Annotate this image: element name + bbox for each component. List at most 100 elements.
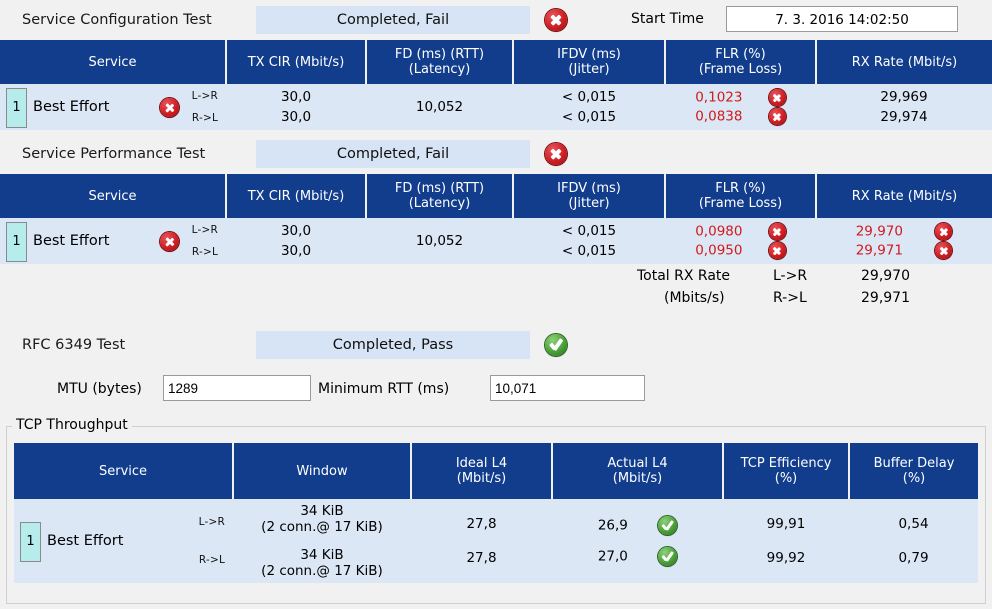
table-header-row: Service Window Ideal L4 (Mbit/s) Actual … — [14, 443, 978, 499]
direction-r2l: R->L — [198, 554, 225, 566]
rx-rate-r2l: 29,974 — [880, 109, 928, 125]
tcp-efficiency-l2r: 99,91 — [766, 516, 806, 532]
tcp-throughput-table: Service Window Ideal L4 (Mbit/s) Actual … — [14, 443, 978, 583]
col-tcp-efficiency: TCP Efficiency (%) — [722, 443, 850, 499]
flr-r2l: 0,0838 — [695, 108, 743, 125]
actual-l4-l2r: 26,9 — [597, 517, 628, 534]
cell-buffer-delay: 0,54 0,79 — [849, 499, 978, 583]
col-rx-rate: RX Rate (Mbit/s) — [815, 40, 992, 84]
col-actual-l4: Actual L4 (Mbit/s) — [551, 443, 724, 499]
tx-cir-l2r: 30,0 — [280, 223, 312, 239]
cell-service: 1 Best Effort L->R R->L — [14, 499, 233, 583]
tx-cir-l2r: 30,0 — [280, 89, 312, 105]
direction-r2l: R->L — [191, 246, 218, 258]
mtu-field[interactable] — [163, 375, 311, 401]
buffer-delay-r2l: 0,79 — [898, 550, 929, 566]
rfc6349-status-pass-icon — [545, 334, 567, 356]
rfc6349-status: Completed, Pass — [256, 331, 530, 359]
direction-l2r: L->R — [191, 90, 218, 102]
rx-rate-r2l-fail-icon — [935, 242, 953, 259]
total-direction-r2l: R->L — [773, 290, 807, 306]
cell-window: 34 KiB (2 conn.@ 17 KiB) 34 KiB (2 conn.… — [233, 499, 411, 583]
service-fail-icon — [160, 98, 179, 117]
service-performance-status: Completed, Fail — [256, 140, 530, 168]
service-config-title: Service Configuration Test — [22, 12, 212, 28]
table-header-row: Service TX CIR (Mbit/s) FD (ms) (RTT) (L… — [0, 40, 992, 84]
row-index: 1 — [6, 222, 27, 262]
cell-fd: 10,052 — [366, 218, 513, 264]
table-header-row: Service TX CIR (Mbit/s) FD (ms) (RTT) (L… — [0, 174, 992, 218]
service-fail-icon — [160, 232, 179, 251]
cell-rx-rate: 29,970 29,971 — [816, 218, 992, 264]
col-service: Service — [0, 40, 227, 84]
ifdv-l2r: < 0,015 — [561, 223, 617, 239]
col-ifdv-jitter: IFDV (ms) (Jitter) — [512, 174, 666, 218]
ideal-l4-r2l: 27,8 — [466, 550, 497, 566]
start-time-label: Start Time — [631, 11, 704, 27]
table-row[interactable]: 1 Best Effort L->R R->L 34 KiB (2 conn.@… — [14, 499, 978, 583]
col-buffer-delay: Buffer Delay (%) — [848, 443, 978, 499]
ifdv-r2l: < 0,015 — [561, 243, 617, 259]
service-performance-title: Service Performance Test — [22, 146, 206, 162]
cell-tx-cir: 30,0 30,0 — [226, 84, 366, 130]
tx-cir-r2l: 30,0 — [280, 109, 312, 125]
flr-r2l-fail-icon — [768, 242, 786, 259]
col-ideal-l4: Ideal L4 (Mbit/s) — [410, 443, 553, 499]
cell-actual-l4: 26,9 27,0 — [552, 499, 723, 583]
cell-tx-cir: 30,0 30,0 — [226, 218, 366, 264]
col-window: Window — [232, 443, 412, 499]
col-flr-frame-loss: FLR (%) (Frame Loss) — [664, 174, 817, 218]
col-fd-latency: FD (ms) (RTT) (Latency) — [365, 40, 514, 84]
flr-l2r: 0,0980 — [695, 223, 743, 240]
total-rx-rate-label-line2: (Mbits/s) — [664, 290, 725, 306]
flr-r2l: 0,0950 — [695, 242, 743, 259]
cell-tcp-efficiency: 99,91 99,92 — [723, 499, 849, 583]
col-service: Service — [14, 443, 234, 499]
actual-l4-r2l-pass-icon — [658, 547, 678, 566]
rx-rate-l2r: 29,970 — [855, 223, 903, 240]
rx-rate-l2r-fail-icon — [935, 223, 953, 240]
col-service: Service — [0, 174, 227, 218]
service-performance-status-fail-icon — [545, 143, 567, 165]
cell-rx-rate: 29,969 29,974 — [816, 84, 992, 130]
service-config-table: Service TX CIR (Mbit/s) FD (ms) (RTT) (L… — [0, 40, 992, 130]
cell-ideal-l4: 27,8 27,8 — [411, 499, 552, 583]
col-rx-rate: RX Rate (Mbit/s) — [815, 174, 992, 218]
total-rx-rate-l2r: 29,970 — [861, 268, 910, 284]
cell-ifdv: < 0,015 < 0,015 — [513, 218, 665, 264]
col-tx-cir: TX CIR (Mbit/s) — [225, 174, 367, 218]
min-rtt-label: Minimum RTT (ms) — [318, 381, 450, 397]
ifdv-l2r: < 0,015 — [561, 89, 617, 105]
ifdv-r2l: < 0,015 — [561, 109, 617, 125]
cell-service: 1 Best Effort L->R R->L — [0, 84, 226, 130]
tcp-efficiency-r2l: 99,92 — [766, 550, 806, 566]
direction-r2l: R->L — [191, 112, 218, 124]
service-name: Best Effort — [33, 99, 110, 115]
total-direction-l2r: L->R — [773, 268, 808, 284]
cell-fd: 10,052 — [366, 84, 513, 130]
cell-flr: 0,1023 0,0838 — [665, 84, 816, 130]
col-flr-frame-loss: FLR (%) (Frame Loss) — [664, 40, 817, 84]
start-time-value: 7. 3. 2016 14:02:50 — [726, 6, 958, 32]
window-r2l-conn: (2 conn.@ 17 KiB) — [261, 563, 383, 579]
tx-cir-r2l: 30,0 — [280, 243, 312, 259]
flr-l2r-fail-icon — [768, 89, 786, 106]
actual-l4-r2l: 27,0 — [597, 548, 628, 565]
table-row[interactable]: 1 Best Effort L->R R->L 30,0 30,0 10,052 — [0, 218, 992, 264]
cell-service: 1 Best Effort L->R R->L — [0, 218, 226, 264]
cell-flr: 0,0980 0,0950 — [665, 218, 816, 264]
rfc6349-title: RFC 6349 Test — [22, 337, 126, 353]
service-name: Best Effort — [33, 233, 110, 249]
direction-l2r: L->R — [191, 224, 218, 236]
buffer-delay-l2r: 0,54 — [898, 516, 929, 532]
tcp-throughput-group-title: TCP Throughput — [12, 417, 132, 433]
service-name: Best Effort — [47, 533, 124, 549]
actual-l4-l2r-pass-icon — [658, 516, 678, 535]
flr-l2r-fail-icon — [768, 223, 786, 240]
row-index: 1 — [6, 88, 27, 128]
flr-l2r: 0,1023 — [695, 89, 743, 106]
min-rtt-field[interactable] — [490, 375, 645, 401]
row-index: 1 — [20, 522, 41, 562]
table-row[interactable]: 1 Best Effort L->R R->L 30,0 30,0 10,052 — [0, 84, 992, 130]
rx-rate-r2l: 29,971 — [855, 242, 903, 259]
